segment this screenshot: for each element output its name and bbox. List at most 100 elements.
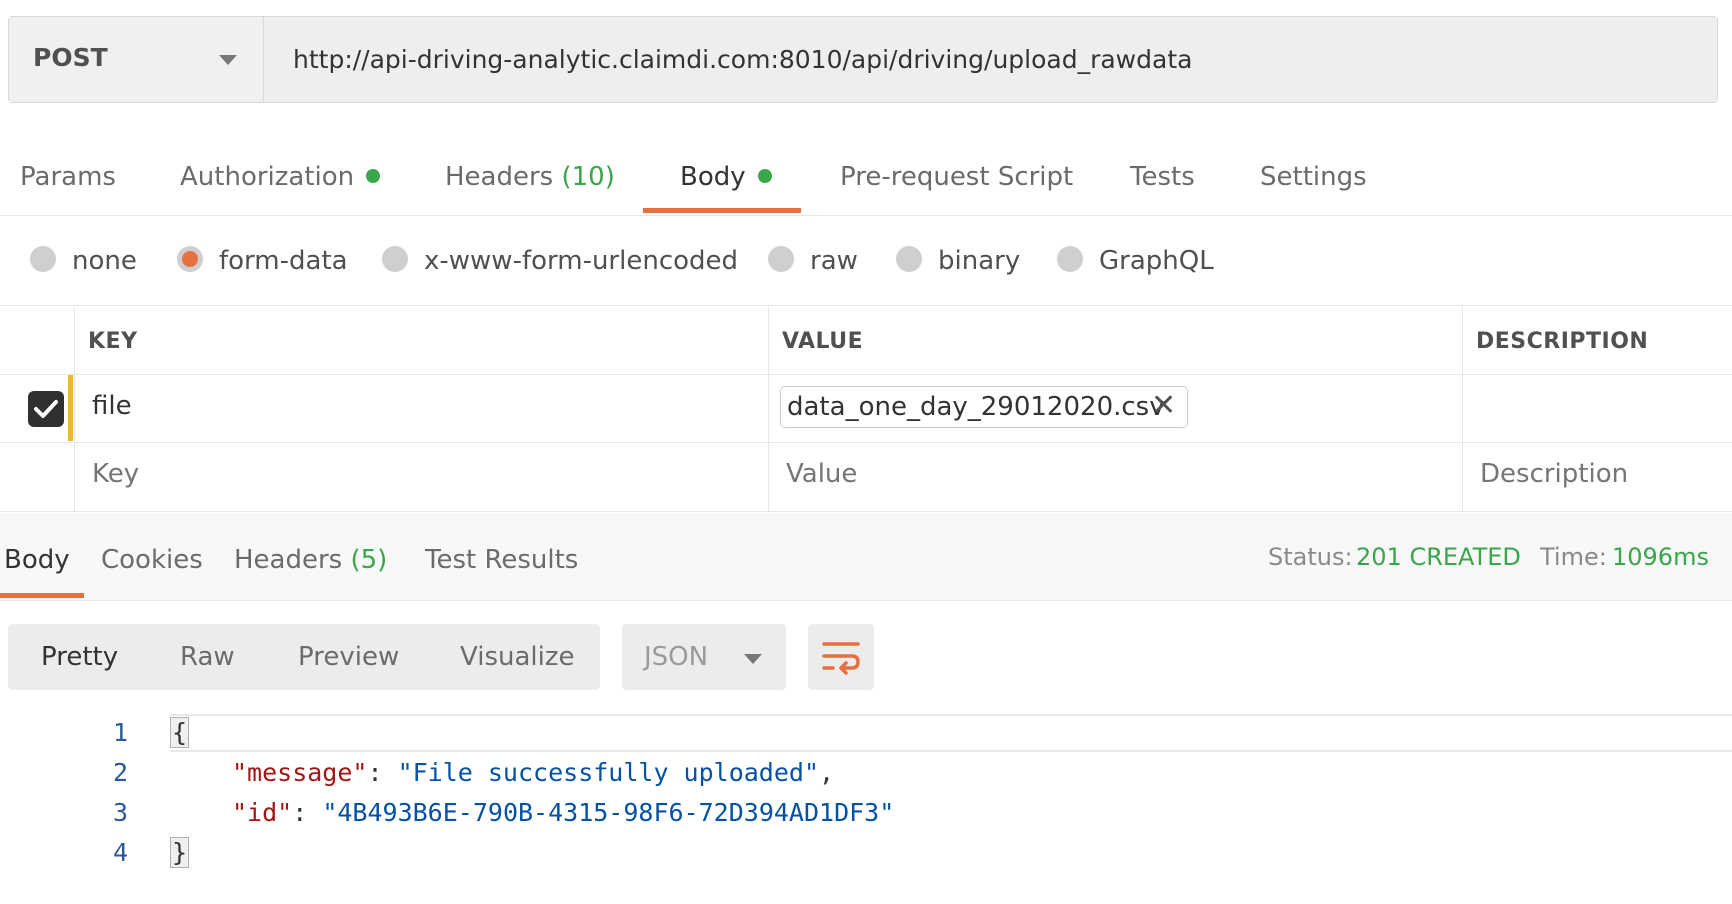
radio-raw[interactable]: raw	[768, 245, 858, 276]
radio-urlencoded[interactable]: x-www-form-urlencoded	[382, 245, 739, 276]
tab-body[interactable]: Body	[680, 162, 772, 192]
status-label: Status:	[1268, 543, 1353, 571]
radio-graphql-label: GraphQL	[1099, 246, 1214, 276]
file-name: data_one_day_29012020.csv	[787, 392, 1165, 422]
radio-button-icon	[1057, 245, 1083, 272]
raw-button[interactable]: Raw	[180, 642, 235, 672]
checkmark-icon	[34, 400, 58, 418]
radio-none[interactable]: none	[30, 245, 137, 276]
language-label: JSON	[644, 642, 709, 672]
active-tab-indicator	[0, 593, 84, 598]
json-value-message: "File successfully uploaded"	[397, 758, 820, 787]
column-divider	[768, 307, 769, 511]
param-key[interactable]: file	[92, 391, 132, 421]
tab-settings[interactable]: Settings	[1260, 162, 1367, 192]
wrap-lines-icon	[822, 642, 860, 675]
pretty-button[interactable]: Pretty	[41, 642, 118, 672]
visualize-button[interactable]: Visualize	[460, 642, 575, 672]
row-divider	[0, 374, 1732, 375]
url-input[interactable]	[265, 17, 1717, 102]
radio-form-data-label: form-data	[219, 246, 348, 276]
line-number: 3	[112, 798, 128, 827]
column-header-description: DESCRIPTION	[1476, 329, 1649, 354]
tab-params[interactable]: Params	[20, 162, 116, 192]
response-code-viewer[interactable]: 1 2 3 4 { "message": "File successfully …	[0, 706, 1732, 904]
request-bar: POST	[8, 16, 1718, 103]
close-brace: }	[170, 837, 190, 868]
status-dot-icon	[366, 168, 381, 183]
tab-tests[interactable]: Tests	[1130, 162, 1195, 192]
radio-button-icon	[896, 245, 922, 272]
row-divider	[0, 442, 1732, 443]
response-header: Body Cookies Headers (5) Test Results St…	[0, 513, 1732, 601]
radio-binary[interactable]: binary	[896, 245, 1021, 276]
tab-response-headers[interactable]: Headers (5)	[234, 545, 387, 575]
tab-authorization-label: Authorization	[180, 162, 355, 192]
tab-params-label: Params	[20, 162, 116, 192]
language-select[interactable]: JSON	[622, 624, 786, 690]
params-table: KEY VALUE DESCRIPTION file data_one_day_…	[0, 307, 1732, 512]
column-divider	[1462, 307, 1463, 511]
new-value-input[interactable]	[786, 459, 1426, 489]
row-enabled-checkbox[interactable]	[28, 391, 64, 427]
radio-form-data[interactable]: form-data	[177, 245, 348, 276]
tab-test-results-label: Test Results	[425, 545, 579, 575]
line-number: 1	[112, 718, 128, 747]
radio-none-label: none	[72, 246, 137, 276]
tab-cookies[interactable]: Cookies	[101, 545, 203, 575]
time-label: Time:	[1540, 543, 1607, 571]
headers-count: (10)	[561, 162, 615, 192]
column-header-key: KEY	[88, 329, 138, 354]
radio-raw-label: raw	[810, 246, 858, 276]
new-description-input[interactable]	[1480, 459, 1720, 489]
radio-urlencoded-label: x-www-form-urlencoded	[424, 246, 739, 276]
radio-selected-icon	[177, 245, 203, 272]
tab-authorization[interactable]: Authorization	[180, 162, 381, 192]
code-line-2: "message": "File successfully uploaded",	[232, 758, 835, 787]
tab-response-headers-label: Headers	[234, 545, 343, 575]
line-number: 4	[112, 838, 128, 867]
radio-binary-label: binary	[938, 246, 1021, 276]
radio-graphql[interactable]: GraphQL	[1057, 245, 1214, 276]
chevron-down-icon	[744, 654, 762, 664]
json-key-id: "id"	[232, 798, 293, 827]
tab-prerequest-script[interactable]: Pre-request Script	[840, 162, 1073, 192]
tab-cookies-label: Cookies	[101, 545, 203, 575]
format-button-group: Pretty Raw Preview Visualize	[8, 624, 600, 690]
method-select[interactable]: POST	[9, 17, 264, 102]
method-label: POST	[33, 43, 108, 72]
response-headers-count: (5)	[350, 545, 388, 575]
status-dot-icon	[757, 168, 772, 183]
open-brace: {	[170, 717, 190, 748]
code-line-3: "id": "4B493B6E-790B-4315-98F6-72D394AD1…	[232, 798, 895, 827]
active-tab-indicator	[643, 208, 801, 213]
body-type-selector: none form-data x-www-form-urlencoded raw…	[0, 218, 1732, 306]
line-number: 2	[112, 758, 128, 787]
tab-tests-label: Tests	[1130, 162, 1195, 192]
tab-settings-label: Settings	[1260, 162, 1367, 192]
status-badge[interactable]: 201 CREATED	[1356, 543, 1521, 571]
wrap-lines-button[interactable]	[808, 624, 874, 690]
preview-button[interactable]: Preview	[298, 642, 399, 672]
tab-body-label: Body	[680, 162, 746, 192]
json-key-message: "message"	[232, 758, 368, 787]
tab-prerequest-label: Pre-request Script	[840, 162, 1074, 192]
close-icon[interactable]: ✕	[1151, 389, 1176, 423]
column-header-value: VALUE	[782, 329, 864, 354]
code-line-1: {	[170, 717, 190, 748]
column-divider	[74, 307, 75, 511]
response-time[interactable]: 1096ms	[1612, 543, 1709, 571]
row-drag-marker	[68, 375, 73, 441]
tab-headers-label: Headers	[445, 162, 554, 192]
chevron-down-icon	[219, 55, 237, 65]
new-key-input[interactable]	[92, 459, 732, 489]
active-line-highlight	[170, 714, 1732, 752]
code-line-4: }	[170, 837, 190, 868]
radio-button-icon	[382, 245, 408, 272]
tab-response-body-label: Body	[4, 545, 70, 575]
tab-headers[interactable]: Headers (10)	[445, 162, 615, 192]
tab-response-body[interactable]: Body	[4, 545, 70, 575]
tab-test-results[interactable]: Test Results	[425, 545, 578, 575]
radio-button-icon	[30, 245, 56, 272]
json-value-id: "4B493B6E-790B-4315-98F6-72D394AD1DF3"	[322, 798, 895, 827]
